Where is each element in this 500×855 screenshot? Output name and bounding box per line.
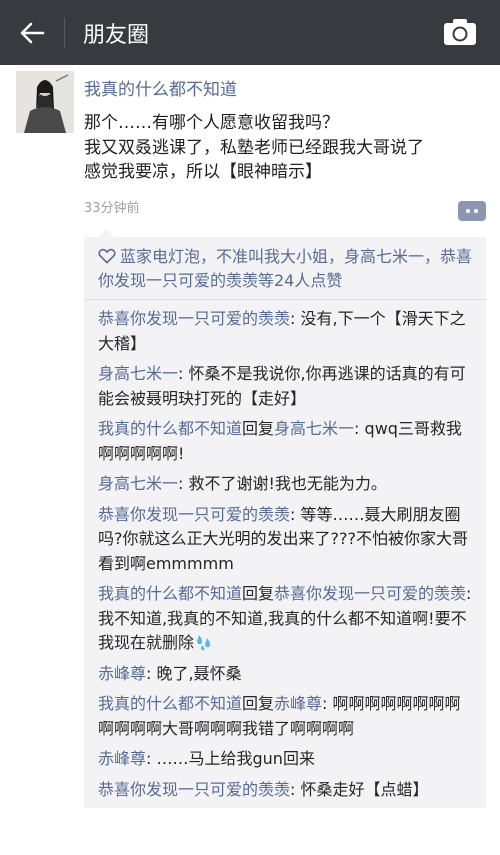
comment-item[interactable]: 赤峰尊: ……马上给我gun回来 (98, 747, 476, 772)
post-time: 33分钟前 (84, 201, 140, 216)
reply-word: 回复 (242, 584, 275, 603)
comment-item[interactable]: 我真的什么都不知道回复恭喜你发现一只可爱的羡羡: 我不知道,我真的不知道,我真的… (98, 582, 476, 656)
back-button[interactable] (0, 0, 64, 65)
comment-item[interactable]: 恭喜你发现一只可爱的羡羡: 怀桑走好【点蜡】 (98, 778, 476, 803)
post-line: 那个……有哪个人愿意收留我吗？ (84, 113, 339, 133)
top-bar: 朋友圈 (0, 0, 500, 65)
commenter-name[interactable]: 我真的什么都不知道 (98, 694, 242, 713)
likes-text[interactable]: 蓝家电灯泡，不准叫我大小姐，身高七米一，恭喜你发现一只可爱的羡羡等24人点赞 (98, 247, 472, 290)
likes-list: 蓝家电灯泡，不准叫我大小姐，身高七米一，恭喜你发现一只可爱的羡羡等24人点赞 (84, 237, 486, 299)
commenter-name[interactable]: 赤峰尊 (98, 749, 146, 768)
back-arrow-icon (20, 22, 45, 43)
reply-word: 回复 (242, 694, 275, 713)
commenter-name[interactable]: 赤峰尊 (98, 664, 146, 683)
comment-item[interactable]: 我真的什么都不知道回复赤峰尊: 啊啊啊啊啊啊啊啊啊啊啊啊大哥啊啊啊我错了啊啊啊啊 (98, 692, 476, 741)
post-line: 我又双叒逃课了，私塾老师已经跟我大哥说了 (84, 137, 424, 158)
comment-dots-icon[interactable] (458, 201, 486, 221)
commenter-name[interactable]: 恭喜你发现一只可爱的羡羡 (98, 309, 290, 328)
interaction-panel: 蓝家电灯泡，不准叫我大小姐，身高七米一，恭喜你发现一只可爱的羡羡等24人点赞 恭… (84, 229, 486, 808)
comment-item[interactable]: 身高七米一: 救不了谢谢!我也无能为力。 (98, 472, 476, 497)
sweat-drops-emoji (197, 635, 211, 651)
avatar[interactable] (16, 71, 74, 133)
heart-icon (98, 248, 116, 264)
camera-icon[interactable] (442, 17, 478, 47)
comment-item[interactable]: 我真的什么都不知道回复身高七米一: qwq三哥救我啊啊啊啊啊! (98, 417, 476, 466)
commenter-name[interactable]: 恭喜你发现一只可爱的羡羡 (98, 780, 290, 799)
comment-text: 我不知道,我真的不知道,我真的什么都不知道啊!要不我现在就删除 (98, 608, 467, 653)
post-line: 感觉我要凉，所以【眼神暗示】 (84, 162, 322, 182)
reply-word: 回复 (242, 419, 275, 438)
commenter-name[interactable]: 我真的什么都不知道 (98, 419, 242, 438)
comment-item[interactable]: 赤峰尊: 晚了,聂怀桑 (98, 662, 476, 687)
reply-to-name[interactable]: 身高七米一 (274, 419, 354, 438)
page-title: 朋友圈 (83, 22, 150, 48)
reply-to-name[interactable]: 恭喜你发现一只可爱的羡羡 (274, 584, 466, 603)
comment-list: 恭喜你发现一只可爱的羡羡: 没有,下一个【滑天下之大稽】 身高七米一: 怀桑不是… (84, 300, 486, 808)
commenter-name[interactable]: 身高七米一 (98, 474, 178, 493)
post-text: 那个……有哪个人愿意收留我吗？ 我又双叒逃课了，私塾老师已经跟我大哥说了 感觉我… (84, 111, 489, 185)
author-name[interactable]: 我真的什么都不知道 (84, 75, 237, 100)
comment-text: ……马上给我gun回来 (156, 749, 315, 768)
commenter-name[interactable]: 身高七米一 (98, 364, 178, 383)
commenter-name[interactable]: 恭喜你发现一只可爱的羡羡 (98, 505, 290, 524)
comment-item[interactable]: 身高七米一: 怀桑不是我说你,你再逃课的话真的有可能会被聂明玦打死的【走好】 (98, 362, 476, 411)
comment-item[interactable]: 恭喜你发现一只可爱的羡羡: 等等……聂大刷朋友圈吗?你就这么正大光明的发出来了?… (98, 503, 476, 577)
reply-to-name[interactable]: 赤峰尊 (274, 694, 322, 713)
comment-text: 晚了,聂怀桑 (156, 663, 242, 683)
comment-text: 救不了谢谢!我也无能为力。 (188, 474, 387, 493)
comment-item[interactable]: 恭喜你发现一只可爱的羡羡: 没有,下一个【滑天下之大稽】 (98, 307, 476, 356)
comment-text: 怀桑走好【点蜡】 (300, 779, 429, 799)
commenter-name[interactable]: 我真的什么都不知道 (98, 584, 242, 603)
header-divider (64, 17, 65, 48)
